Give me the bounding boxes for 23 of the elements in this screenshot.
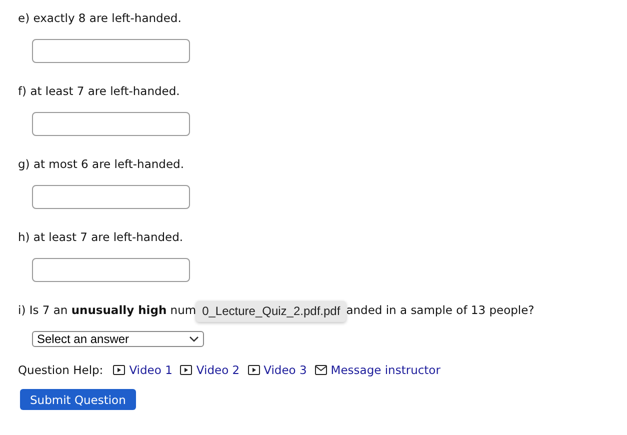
question-text: i) Is 7 an unusually high num (18, 302, 196, 318)
answer-field[interactable] (32, 112, 190, 136)
video-icon (113, 365, 126, 375)
video-link[interactable]: Video 1 (113, 363, 172, 377)
video-icon (248, 365, 260, 375)
video-link[interactable]: Video 3 (248, 363, 307, 377)
message-link[interactable]: Message instructor (314, 363, 440, 377)
answer-select[interactable]: Select an answer (32, 331, 204, 347)
question-text: anded in a sample of 13 people? (346, 302, 534, 318)
question-text: g) at most 6 are left-handed. (18, 156, 186, 172)
question-text: h) at least 7 are left-handed. (18, 229, 184, 245)
envelope-icon (314, 365, 327, 375)
help-label: Question Help: (18, 363, 104, 377)
answer-field[interactable] (32, 258, 190, 282)
chevron-icon (189, 336, 199, 342)
question-text: e) exactly 8 are left-handed. (18, 10, 182, 26)
answer-field[interactable] (32, 185, 190, 209)
submit-button[interactable]: Submit Question (20, 389, 136, 410)
answer-field[interactable] (32, 39, 190, 63)
question-text: f) at least 7 are left-handed. (18, 83, 181, 99)
video-link[interactable]: Video 2 (180, 363, 240, 377)
video-icon (180, 365, 192, 375)
tooltip: 0_Lecture_Quiz_2.pdf.pdf (196, 301, 346, 322)
